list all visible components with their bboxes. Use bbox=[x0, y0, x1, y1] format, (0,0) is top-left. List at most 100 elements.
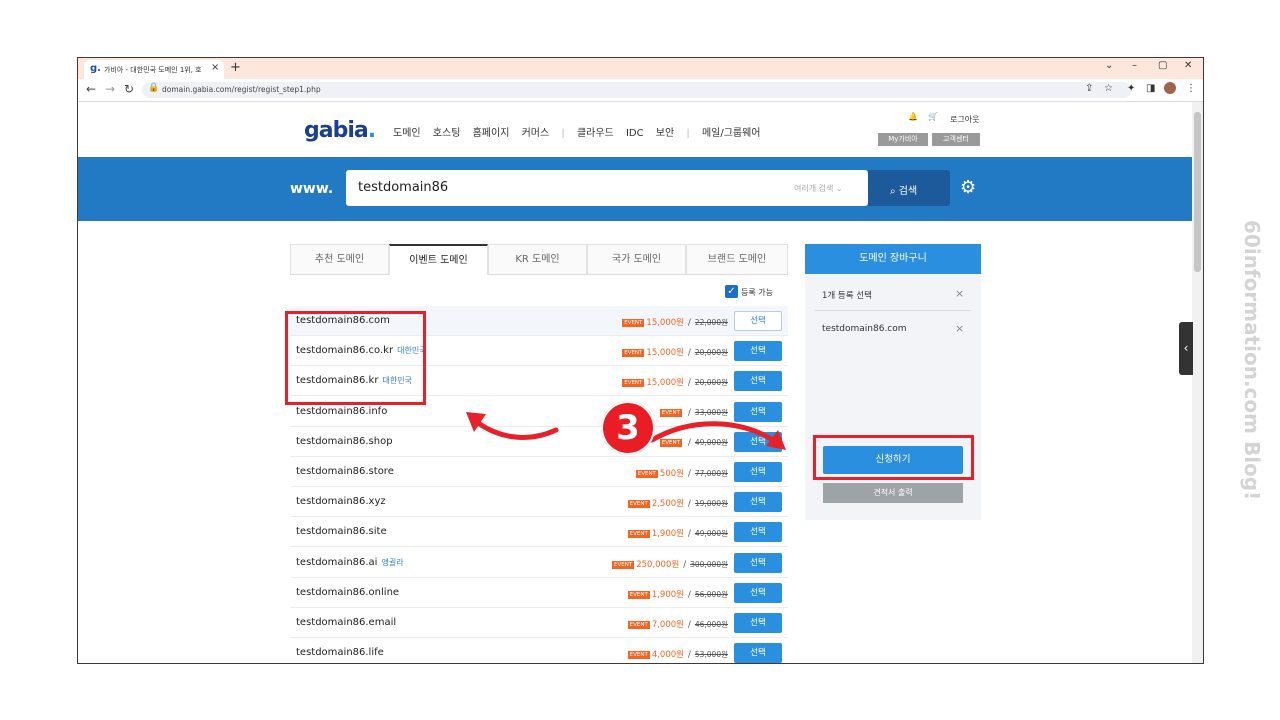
left-arrow-shaft bbox=[471, 417, 559, 440]
nav-hosting[interactable]: 호스팅 bbox=[433, 128, 461, 139]
sale-price: 15,000원 bbox=[646, 318, 684, 328]
select-button[interactable]: 선택 bbox=[734, 311, 782, 331]
clear-cart-icon[interactable]: × bbox=[955, 287, 964, 300]
restore-button[interactable]: ▢ bbox=[1158, 60, 1167, 71]
address-bar[interactable]: 🔒 domain.gabia.com/regist/regist_step1.p… bbox=[142, 82, 1132, 98]
logout-link[interactable]: 로그아웃 bbox=[950, 114, 979, 125]
original-price: 77,000원 bbox=[694, 469, 728, 478]
price-info: EVENT 250,000원/300,000원 bbox=[612, 558, 728, 570]
global-nav: 도메인 호스팅 홈페이지 커머스 | 클라우드 IDC 보안 | 메일/그룹웨어 bbox=[393, 124, 770, 139]
tab-search-chevron-icon[interactable]: ⌄ bbox=[1105, 60, 1113, 71]
original-price: 20,000원 bbox=[694, 348, 728, 358]
profile-avatar[interactable] bbox=[1164, 82, 1176, 94]
nav-separator: | bbox=[686, 128, 690, 139]
support-button[interactable]: 고객센터 bbox=[932, 133, 980, 146]
select-button[interactable]: 선택 bbox=[734, 492, 782, 513]
print-quote-button[interactable]: 견적서 출력 bbox=[823, 483, 963, 503]
tab-event[interactable]: 이벤트 도메인 bbox=[389, 244, 488, 275]
settings-gear-icon[interactable]: ⚙ bbox=[960, 177, 976, 198]
scrollbar-thumb[interactable] bbox=[1194, 112, 1201, 272]
available-label: 등록 가능 bbox=[741, 288, 773, 297]
back-button[interactable]: ← bbox=[86, 82, 96, 96]
step-number-badge: 3 bbox=[601, 401, 655, 455]
sale-price: 15,000원 bbox=[646, 378, 684, 389]
reload-button[interactable]: ↻ bbox=[124, 82, 134, 96]
domain-name: testdomain86.xyz bbox=[296, 496, 386, 507]
domain-row: testdomain86.xyz EVENT 2,500원/19,000원 선택 bbox=[290, 487, 788, 518]
search-banner: www. testdomain86 여러개 검색 ⌄ ⌕ 검색 ⚙ bbox=[78, 157, 1192, 221]
event-badge: EVENT bbox=[627, 651, 650, 660]
tab-recommended[interactable]: 추천 도메인 bbox=[290, 244, 389, 274]
price-info: EVENT 7,000원/46,000원 bbox=[627, 618, 728, 630]
domain-row: testdomain86.site EVENT 1,900원/49,000원 선택 bbox=[290, 517, 788, 548]
tab-country[interactable]: 국가 도메인 bbox=[587, 244, 686, 274]
search-button-label: 검색 bbox=[898, 186, 918, 197]
domain-row: testdomain86.store EVENT 500원/77,000원 선택 bbox=[290, 457, 788, 487]
my-gabia-button[interactable]: My가비아 bbox=[878, 133, 928, 146]
side-panel-icon[interactable]: ◨ bbox=[1146, 83, 1155, 94]
search-value: testdomain86 bbox=[358, 180, 449, 195]
search-button[interactable]: ⌕ 검색 bbox=[868, 170, 950, 206]
browser-tab[interactable]: g. 가비아 - 대한민국 도메인 1위, 호 × bbox=[84, 60, 224, 79]
sale-price: 500원 bbox=[659, 469, 684, 479]
nav-domain[interactable]: 도메인 bbox=[393, 128, 421, 139]
cart-icon[interactable]: 🛒 bbox=[928, 112, 938, 121]
domain-name-text: testdomain86.online bbox=[296, 586, 400, 598]
select-button[interactable]: 선택 bbox=[734, 582, 782, 603]
domain-name: testdomain86.online bbox=[296, 587, 399, 598]
price-separator: / bbox=[687, 650, 691, 661]
select-button[interactable]: 선택 bbox=[734, 371, 782, 392]
forward-button[interactable]: → bbox=[105, 82, 115, 96]
domain-name-text: testdomain86.store bbox=[296, 466, 394, 477]
available-checkbox[interactable]: ✓ bbox=[725, 285, 738, 298]
price-separator: / bbox=[687, 499, 691, 510]
original-price: 49,000원 bbox=[694, 529, 728, 539]
extensions-icon[interactable]: ✦ bbox=[1127, 83, 1135, 94]
url-text: domain.gabia.com/regist/regist_step1.php bbox=[162, 85, 321, 94]
browser-menu-icon[interactable]: ⋮ bbox=[1186, 83, 1196, 94]
nav-commerce[interactable]: 커머스 bbox=[522, 128, 550, 139]
price-separator: / bbox=[687, 529, 691, 540]
tab-brand[interactable]: 브랜드 도메인 bbox=[686, 244, 788, 274]
select-button[interactable]: 선택 bbox=[734, 643, 782, 663]
price-info: EVENT 1,900원/56,000원 bbox=[627, 588, 728, 600]
sale-price: 7,000원 bbox=[651, 620, 684, 630]
select-button[interactable]: 선택 bbox=[734, 522, 782, 543]
price-separator: / bbox=[687, 589, 691, 600]
share-icon[interactable]: ⇪ bbox=[1085, 83, 1093, 94]
side-panel-toggle[interactable]: ‹ bbox=[1179, 322, 1193, 375]
tab-kr[interactable]: KR 도메인 bbox=[488, 244, 587, 274]
sale-price: 250,000원 bbox=[636, 559, 680, 570]
domain-row: testdomain86.email EVENT 7,000원/46,000원 선택 bbox=[290, 608, 788, 638]
new-tab-button[interactable]: + bbox=[230, 60, 241, 75]
sale-price: 2,500원 bbox=[651, 499, 684, 510]
domain-name-text: testdomain86.xyz bbox=[296, 496, 386, 508]
tab-close-icon[interactable]: × bbox=[211, 62, 219, 73]
search-icon: ⌕ bbox=[890, 186, 896, 197]
remove-item-icon[interactable]: × bbox=[955, 322, 964, 335]
nav-idc[interactable]: IDC bbox=[626, 128, 644, 139]
nav-mail-groupware[interactable]: 메일/그룹웨어 bbox=[702, 128, 761, 139]
domain-tabs: 추천 도메인 이벤트 도메인 KR 도메인 국가 도메인 브랜드 도메인 bbox=[290, 244, 788, 275]
nav-security[interactable]: 보안 bbox=[656, 128, 674, 139]
bell-icon[interactable]: 🔔 bbox=[908, 112, 918, 121]
select-button[interactable]: 선택 bbox=[734, 462, 782, 482]
nav-cloud[interactable]: 클라우드 bbox=[577, 128, 614, 139]
event-badge: EVENT bbox=[635, 470, 658, 478]
gabia-logo[interactable]: gabia. bbox=[304, 118, 376, 143]
select-button[interactable]: 선택 bbox=[734, 341, 782, 362]
divider bbox=[815, 310, 971, 311]
event-badge: EVENT bbox=[627, 500, 650, 509]
nav-homepage[interactable]: 홈페이지 bbox=[473, 128, 510, 139]
multi-search-dropdown[interactable]: 여러개 검색 ⌄ bbox=[794, 183, 843, 194]
domain-row: testdomain86.life EVENT 4,000원/53,000원 선택 bbox=[290, 638, 788, 663]
bookmark-star-icon[interactable]: ☆ bbox=[1104, 83, 1113, 94]
domain-name-text: testdomain86.email bbox=[296, 617, 397, 628]
close-window-button[interactable]: ✕ bbox=[1184, 60, 1192, 71]
select-button[interactable]: 선택 bbox=[734, 613, 782, 633]
select-button[interactable]: 선택 bbox=[734, 552, 782, 573]
minimize-button[interactable]: – bbox=[1132, 60, 1137, 71]
domain-name: testdomain86.site bbox=[296, 526, 387, 537]
page-scrollbar[interactable] bbox=[1192, 102, 1203, 663]
domain-search-input[interactable]: testdomain86 여러개 검색 ⌄ bbox=[346, 170, 868, 206]
